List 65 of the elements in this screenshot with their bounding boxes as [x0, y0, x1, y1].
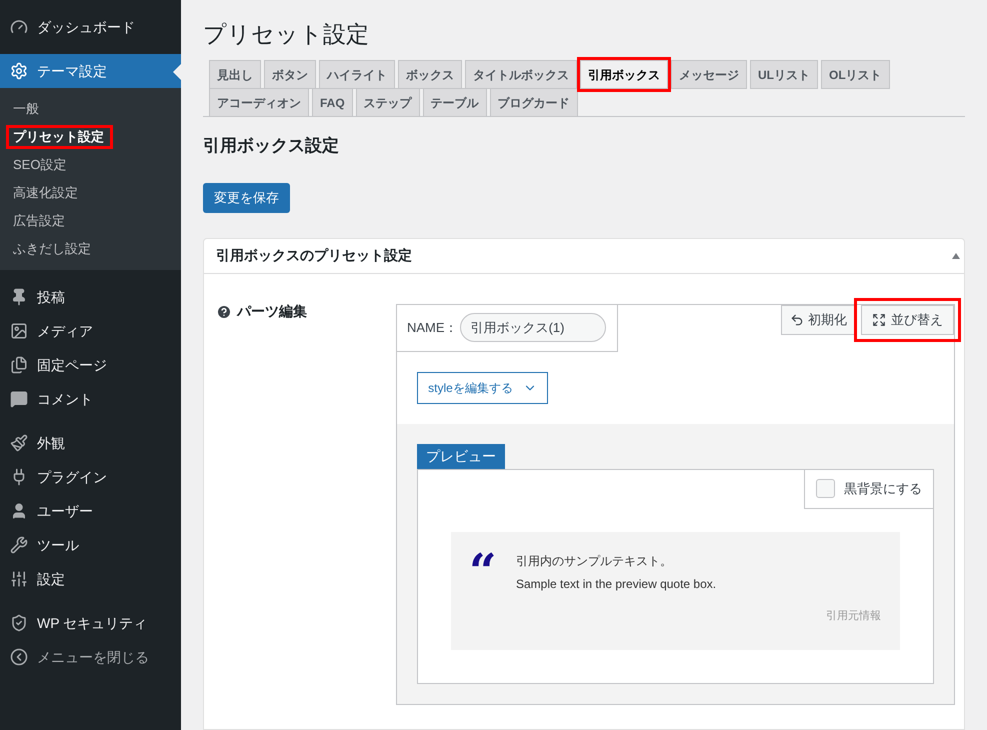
reset-button[interactable]: 初期化 [781, 304, 856, 334]
submenu-item[interactable]: 高速化設定 [6, 181, 87, 205]
menu-item[interactable]: 固定ページ [0, 348, 181, 382]
submenu-item[interactable]: SEO設定 [6, 153, 76, 177]
submenu-item[interactable]: 広告設定 [6, 209, 74, 233]
tab[interactable]: OLリスト [821, 60, 890, 89]
help-icon [216, 304, 232, 320]
tab[interactable]: ブログカード [490, 88, 578, 117]
menu-item[interactable]: ツール [0, 528, 181, 562]
collapse-icon [10, 648, 28, 666]
menu-item[interactable]: 投稿 [0, 280, 181, 314]
tab[interactable]: テーブル [422, 88, 487, 117]
page-title: プリセット設定 [203, 20, 370, 49]
name-label: NAME： [407, 318, 458, 337]
menu-item-current[interactable]: テーマ設定 [0, 54, 181, 88]
collapse-arrow-icon[interactable] [952, 252, 960, 258]
style-edit-button[interactable]: styleを編集する [417, 372, 548, 404]
brush-icon [10, 434, 28, 452]
menu-item[interactable]: コメント [0, 382, 181, 416]
tab[interactable]: ハイライト [319, 60, 395, 89]
menu-item[interactable]: ダッシュボード [0, 10, 181, 44]
tab[interactable]: ステップ [356, 88, 420, 117]
submenu-item[interactable]: プリセット設定 [6, 125, 113, 149]
tab[interactable]: ULリスト [750, 60, 818, 89]
tab[interactable]: 引用ボックス [580, 60, 668, 89]
wrench-icon [10, 536, 28, 554]
menu-item[interactable]: プラグイン [0, 460, 181, 494]
menu-item[interactable]: WP セキュリティ [0, 606, 181, 640]
quote-text: Sample text in the preview quote box. [516, 576, 718, 592]
menu-item[interactable]: 設定 [0, 562, 181, 596]
shield-icon [10, 614, 28, 632]
tab[interactable]: 見出し [209, 60, 261, 89]
settings-icon [10, 62, 28, 80]
name-field[interactable]: 引用ボックス(1) [460, 313, 606, 342]
card-title: 引用ボックスのプリセット設定 [216, 246, 412, 265]
menu-item[interactable]: メディア [0, 314, 181, 348]
quote-citation: 引用元情報 [826, 608, 881, 624]
submenu-item[interactable]: 一般 [6, 97, 48, 121]
expand-icon [872, 312, 886, 326]
undo-icon [790, 312, 804, 326]
preview-label: プレビュー [417, 444, 505, 468]
tab[interactable]: アコーディオン [209, 88, 309, 117]
quote-text: 引用内のサンプルテキスト。 [516, 552, 673, 570]
tab[interactable]: タイトルボックス [465, 60, 577, 89]
submenu-item[interactable]: ふきだし設定 [6, 237, 100, 261]
tab[interactable]: ボタン [264, 60, 316, 89]
tab[interactable]: ボックス [398, 60, 462, 89]
sliders-icon [10, 570, 28, 588]
comment-icon [10, 390, 28, 408]
pages-icon [10, 356, 28, 374]
checkbox[interactable] [816, 479, 835, 498]
menu-item[interactable]: ユーザー [0, 494, 181, 528]
pin-icon [10, 288, 28, 306]
menu-item[interactable]: 外観 [0, 426, 181, 460]
field-label: パーツ編集 [237, 302, 307, 321]
user-icon [10, 502, 28, 520]
quote-mark: “ [469, 548, 498, 602]
save-button[interactable]: 変更を保存 [203, 182, 290, 212]
menu-item[interactable]: メニューを閉じる [0, 640, 181, 674]
section-heading: 引用ボックス設定 [203, 135, 340, 157]
media-icon [10, 322, 28, 340]
dark-background-toggle[interactable]: 黒背景にする [804, 470, 933, 508]
tab[interactable]: メッセージ [671, 60, 747, 89]
dashboard-icon [10, 18, 28, 36]
tab[interactable]: FAQ [312, 88, 353, 117]
